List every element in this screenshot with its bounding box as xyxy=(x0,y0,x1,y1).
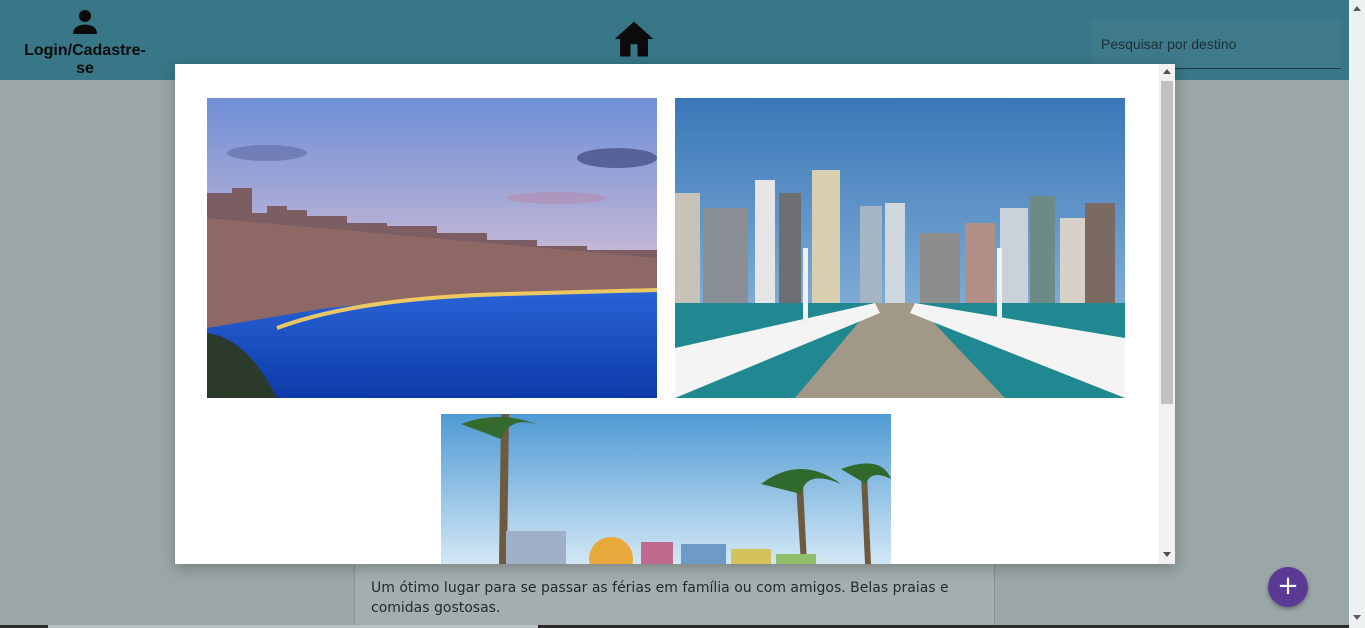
city-beach-night-photo[interactable] xyxy=(207,98,657,398)
modal-scroll-down-icon[interactable] xyxy=(1163,552,1171,557)
gallery-modal xyxy=(175,64,1175,564)
modal-scroll-thumb[interactable] xyxy=(1161,81,1173,404)
pier-skyline-photo[interactable] xyxy=(675,98,1125,398)
destination-description: Um ótimo lugar para se passar as férias … xyxy=(371,580,949,616)
login-label: Login/Cadastre-se xyxy=(24,42,146,77)
modal-scrollbar[interactable] xyxy=(1159,64,1175,564)
login-button[interactable]: Login/Cadastre-se xyxy=(18,6,152,78)
scroll-up-arrow-icon[interactable] xyxy=(1353,6,1361,11)
modal-scroll-up-icon[interactable] xyxy=(1163,69,1171,74)
home-icon[interactable] xyxy=(612,18,656,60)
page-scrollbar[interactable] xyxy=(1349,0,1365,628)
search-input[interactable] xyxy=(1101,33,1331,55)
search-field[interactable] xyxy=(1091,19,1341,69)
beach-sign-palms-photo[interactable] xyxy=(441,414,891,564)
scroll-down-arrow-icon[interactable] xyxy=(1353,615,1361,620)
person-icon xyxy=(73,10,97,34)
add-button[interactable]: + xyxy=(1268,567,1308,607)
destination-card: Um ótimo lugar para se passar as férias … xyxy=(354,564,995,628)
